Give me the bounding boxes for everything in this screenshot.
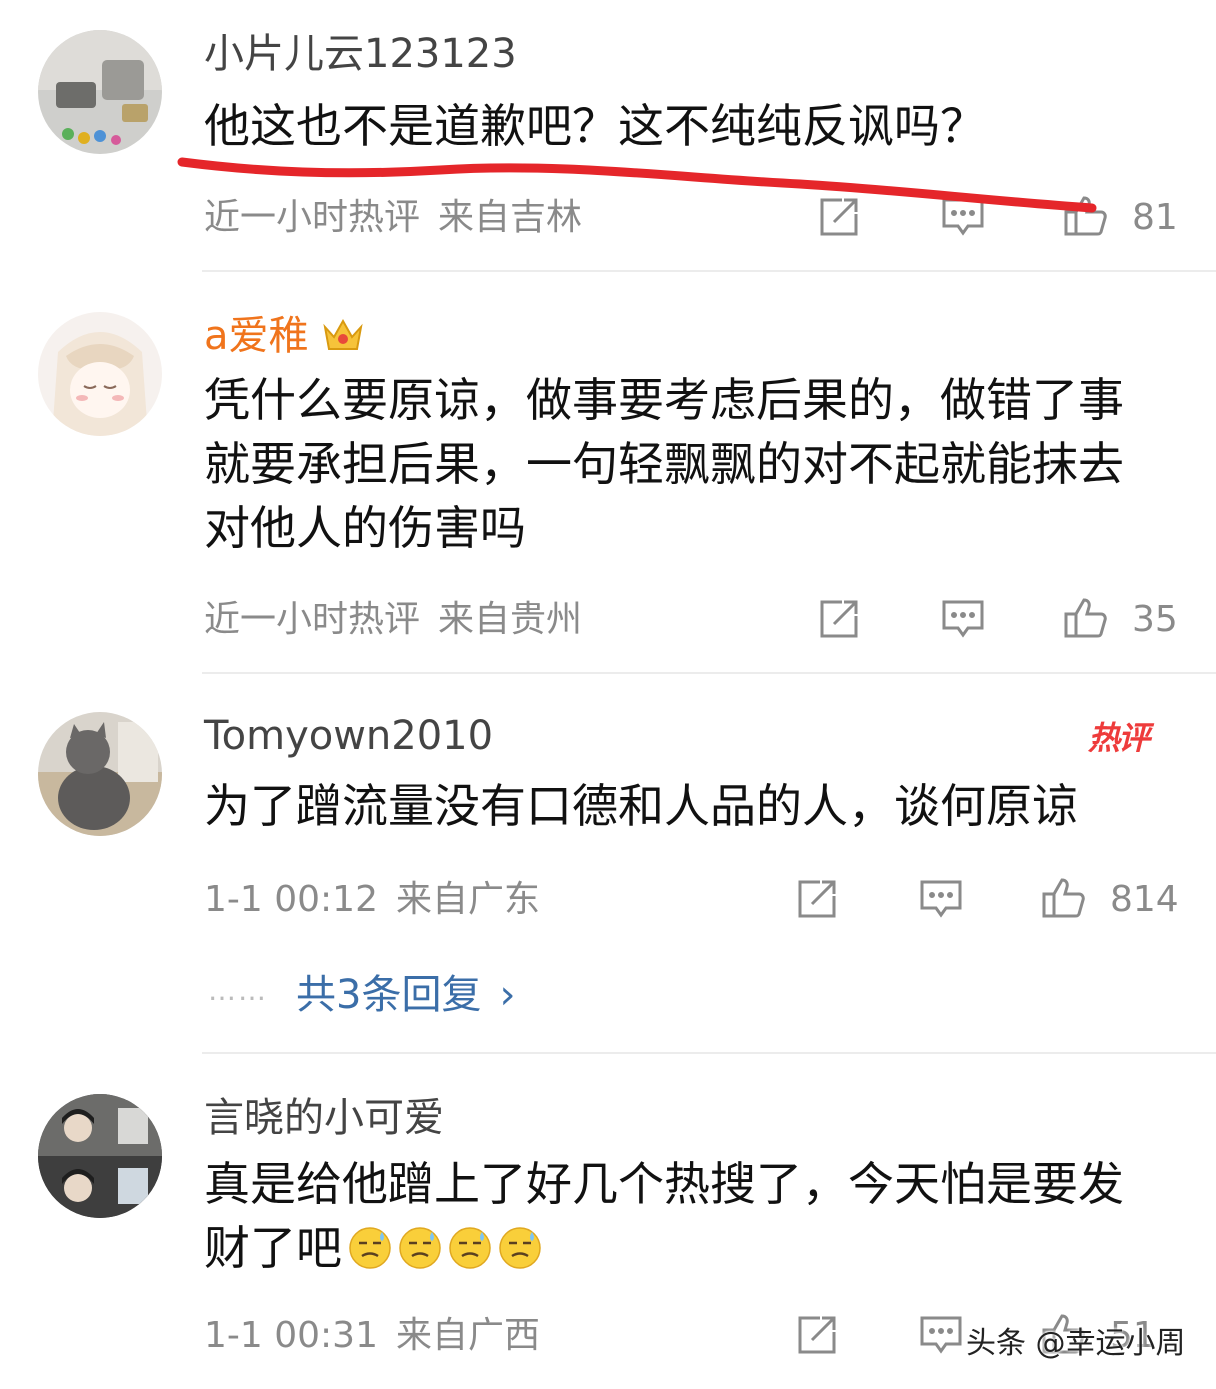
- share-icon[interactable]: [816, 194, 862, 240]
- comment-text: 为了蹭流量没有口德和人品的人，谈何原谅: [204, 779, 1078, 833]
- comment-meta: 1-1 00:12 来自广东: [204, 878, 540, 922]
- thumbs-up-icon[interactable]: [1062, 192, 1108, 238]
- view-replies-link[interactable]: …… 共3条回复 ›: [208, 962, 515, 1020]
- comment-icon[interactable]: [918, 876, 964, 922]
- comment-time: 近一小时热评: [204, 197, 421, 238]
- username[interactable]: a爱稚: [204, 312, 365, 360]
- hot-comment-badge: 热评: [1088, 719, 1150, 757]
- comment-location: 来自吉林: [438, 197, 583, 238]
- like-count: 814: [1110, 879, 1179, 920]
- sweat-emoji-icon: [498, 1226, 542, 1270]
- comment-time: 近一小时热评: [204, 599, 421, 640]
- replies-count: 共3条回复: [296, 972, 482, 1018]
- divider: [202, 270, 1216, 272]
- comment-location: 来自贵州: [438, 599, 583, 640]
- comment-text: 凭什么要原谅，做事要考虑后果的，做错了事就要承担后果，一句轻飘飘的对不起就能抹去…: [204, 373, 1124, 555]
- username[interactable]: 言晓的小可爱: [204, 1094, 444, 1142]
- comment-meta: 近一小时热评 来自贵州: [204, 598, 582, 642]
- divider: [202, 672, 1216, 674]
- comment-icon[interactable]: [940, 194, 986, 240]
- comment-meta: 1-1 00:31 来自广西: [204, 1314, 540, 1358]
- avatar[interactable]: [38, 312, 162, 436]
- comment-text: 他这也不是道歉吧？这不纯纯反讽吗？: [204, 99, 986, 153]
- comment-icon[interactable]: [918, 1312, 964, 1358]
- comment-time: 1-1 00:31: [204, 1315, 378, 1356]
- avatar[interactable]: [38, 712, 162, 836]
- comment-text: 真是给他蹭上了好几个热搜了，今天怕是要发财了吧: [204, 1152, 1164, 1280]
- replies-dots: ……: [208, 974, 268, 1007]
- thumbs-up-icon[interactable]: [1062, 594, 1108, 640]
- comment-time: 1-1 00:12: [204, 879, 378, 920]
- comment-meta: 近一小时热评 来自吉林: [204, 196, 582, 240]
- sweat-emoji-icon: [348, 1226, 392, 1270]
- username[interactable]: 小片儿云123123: [204, 30, 517, 78]
- sweat-emoji-icon: [398, 1226, 442, 1270]
- watermark: 头条 @幸运小周: [966, 1326, 1186, 1361]
- username-text: a爱稚: [204, 313, 309, 359]
- crown-icon: [321, 315, 365, 355]
- chevron-right-icon: ›: [499, 972, 516, 1018]
- share-icon[interactable]: [794, 1312, 840, 1358]
- share-icon[interactable]: [794, 876, 840, 922]
- comment-location: 来自广西: [396, 1315, 541, 1356]
- share-icon[interactable]: [816, 596, 862, 642]
- comment-icon[interactable]: [940, 596, 986, 642]
- like-count: 35: [1132, 599, 1178, 640]
- comment-location: 来自广东: [396, 879, 541, 920]
- like-count: 81: [1132, 197, 1178, 238]
- sweat-emoji-icon: [448, 1226, 492, 1270]
- thumbs-up-icon[interactable]: [1040, 874, 1086, 920]
- avatar[interactable]: [38, 30, 162, 154]
- divider: [202, 1052, 1216, 1054]
- comment-text-content: 真是给他蹭上了好几个热搜了，今天怕是要发财了吧: [204, 1157, 1124, 1275]
- username[interactable]: Tomyown2010: [204, 712, 493, 760]
- avatar[interactable]: [38, 1094, 162, 1218]
